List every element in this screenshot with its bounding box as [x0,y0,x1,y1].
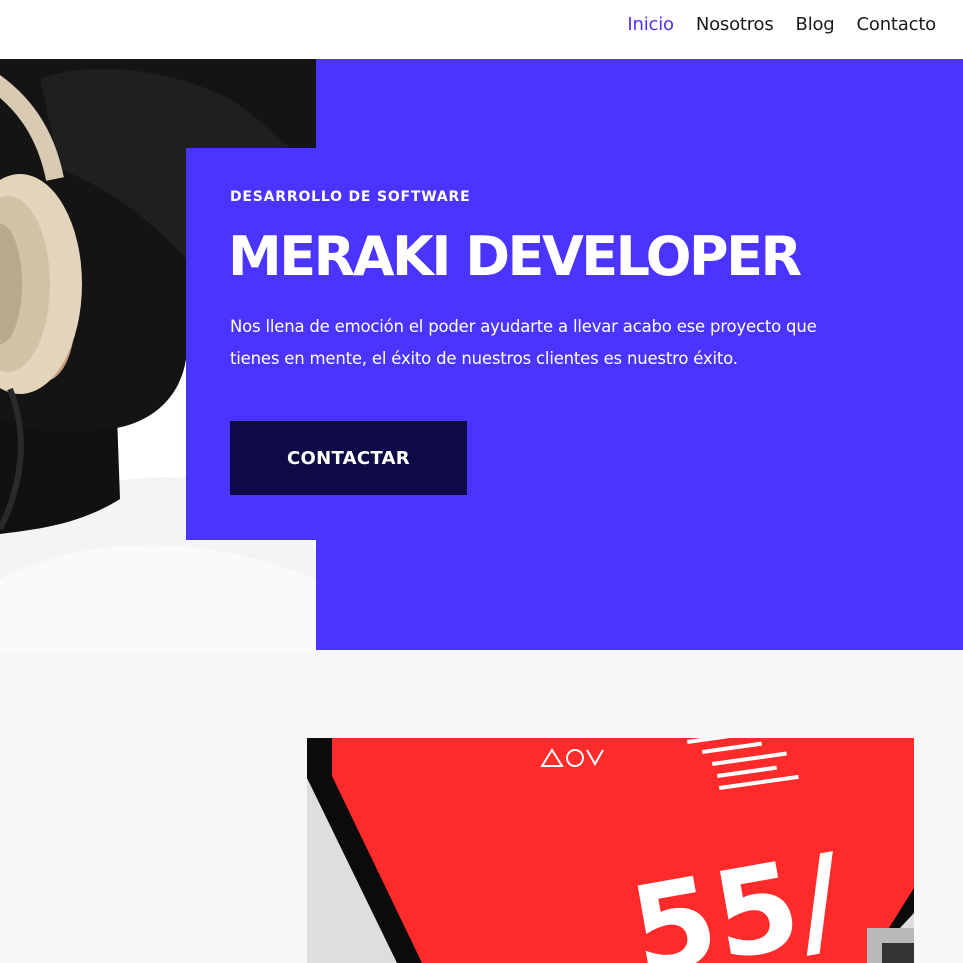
contactar-button[interactable]: CONTACTAR [230,421,467,495]
hero-description: Nos llena de emoción el poder ayudarte a… [230,317,817,368]
laptop-red-screen-illustration: 55/ [307,738,914,963]
hero-card: DESARROLLO DE SOFTWARE MERAKI DEVELOPER … [186,148,963,540]
site-header: Inicio Nosotros Blog Contacto [0,0,963,59]
hero-title: MERAKI DEVELOPER [228,225,802,288]
nav-item-blog[interactable]: Blog [796,14,835,35]
hero-eyebrow: DESARROLLO DE SOFTWARE [230,189,471,205]
laptop-photo: 55/ [307,738,914,963]
nav-item-inicio[interactable]: Inicio [627,14,674,35]
nav-item-contacto[interactable]: Contacto [857,14,937,35]
main-nav: Inicio Nosotros Blog Contacto [627,0,936,48]
nav-item-nosotros[interactable]: Nosotros [696,14,774,35]
featured-section: 55/ [0,650,963,963]
hero-section: DESARROLLO DE SOFTWARE MERAKI DEVELOPER … [0,59,963,650]
